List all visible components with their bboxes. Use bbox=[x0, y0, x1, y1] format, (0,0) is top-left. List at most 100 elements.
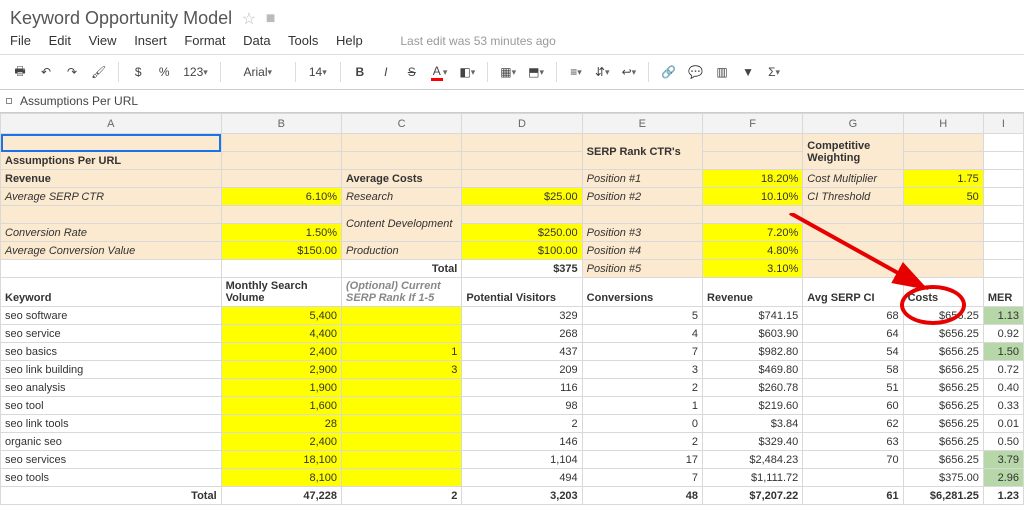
ci-thresh-value[interactable]: 50 bbox=[903, 188, 983, 206]
menu-data[interactable]: Data bbox=[243, 33, 270, 48]
cell[interactable] bbox=[983, 188, 1023, 206]
cell[interactable] bbox=[341, 469, 461, 487]
cell[interactable]: 1 bbox=[341, 343, 461, 361]
percent-button[interactable]: % bbox=[152, 60, 176, 84]
cell[interactable]: 2 bbox=[462, 415, 582, 433]
number-format-button[interactable]: 123 bbox=[178, 60, 213, 84]
research-value[interactable]: $25.00 bbox=[462, 188, 582, 206]
table-row[interactable]: seo services18,1001,10417$2,484.2370$656… bbox=[1, 451, 1024, 469]
table-row[interactable]: seo tools8,1004947$1,111.72$375.002.96 bbox=[1, 469, 1024, 487]
pos5-label[interactable]: Position #5 bbox=[582, 260, 702, 278]
cell[interactable]: 5,400 bbox=[221, 307, 341, 325]
cell[interactable]: 28 bbox=[221, 415, 341, 433]
cell[interactable]: $656.25 bbox=[903, 397, 983, 415]
italic-button[interactable]: I bbox=[374, 60, 398, 84]
avg-costs-label[interactable]: Average Costs bbox=[341, 170, 461, 188]
cell[interactable]: 98 bbox=[462, 397, 582, 415]
cell[interactable]: seo software bbox=[1, 307, 222, 325]
cell[interactable]: 70 bbox=[803, 451, 903, 469]
cell[interactable]: 116 bbox=[462, 379, 582, 397]
cell[interactable] bbox=[803, 260, 903, 278]
cell[interactable] bbox=[983, 170, 1023, 188]
table-row[interactable]: seo basics2,40014377$982.8054$656.251.50 bbox=[1, 343, 1024, 361]
cell[interactable]: 2,900 bbox=[221, 361, 341, 379]
cell[interactable]: $260.78 bbox=[703, 379, 803, 397]
print-icon[interactable]: 🖶 bbox=[8, 60, 32, 84]
cell[interactable] bbox=[803, 469, 903, 487]
document-title[interactable]: Keyword Opportunity Model bbox=[10, 8, 232, 29]
cell[interactable] bbox=[341, 152, 461, 170]
production-label[interactable]: Production bbox=[341, 242, 461, 260]
cell[interactable]: $741.15 bbox=[703, 307, 803, 325]
filter-icon[interactable]: ▼ bbox=[736, 60, 760, 84]
cell[interactable]: $656.25 bbox=[903, 451, 983, 469]
pos3-label[interactable]: Position #3 bbox=[582, 224, 702, 242]
table-row[interactable]: seo service4,4002684$603.9064$656.250.92 bbox=[1, 325, 1024, 343]
totals-label[interactable]: Total bbox=[1, 487, 222, 505]
cell[interactable] bbox=[221, 134, 341, 152]
cell[interactable]: 58 bbox=[803, 361, 903, 379]
table-row[interactable]: seo software5,4003295$741.1568$656.251.1… bbox=[1, 307, 1024, 325]
cell[interactable]: $219.60 bbox=[703, 397, 803, 415]
menu-view[interactable]: View bbox=[89, 33, 117, 48]
total-value[interactable]: $375 bbox=[462, 260, 582, 278]
cell[interactable]: seo services bbox=[1, 451, 222, 469]
cell[interactable]: 0 bbox=[582, 415, 702, 433]
totals-msv[interactable]: 47,228 bbox=[221, 487, 341, 505]
cell[interactable]: 7 bbox=[582, 469, 702, 487]
hdr-avg-ci[interactable]: Avg SERP CI bbox=[803, 278, 903, 307]
hdr-mer[interactable]: MER bbox=[983, 278, 1023, 307]
hdr-visitors[interactable]: Potential Visitors bbox=[462, 278, 582, 307]
avg-conv-val-label[interactable]: Average Conversion Value bbox=[1, 242, 222, 260]
pos4-value[interactable]: 4.80% bbox=[703, 242, 803, 260]
redo-icon[interactable]: ↷ bbox=[60, 60, 84, 84]
cell[interactable]: $375.00 bbox=[903, 469, 983, 487]
cell[interactable]: organic seo bbox=[1, 433, 222, 451]
totals-cost[interactable]: $6,281.25 bbox=[903, 487, 983, 505]
cell[interactable]: $3.84 bbox=[703, 415, 803, 433]
research-label[interactable]: Research bbox=[341, 188, 461, 206]
cell[interactable] bbox=[462, 152, 582, 170]
totals-rank[interactable]: 2 bbox=[341, 487, 461, 505]
cell[interactable] bbox=[903, 134, 983, 152]
cell[interactable]: 0.33 bbox=[983, 397, 1023, 415]
text-color-button[interactable]: A bbox=[426, 60, 453, 84]
cell[interactable] bbox=[903, 242, 983, 260]
menu-insert[interactable]: Insert bbox=[134, 33, 167, 48]
cell[interactable] bbox=[221, 170, 341, 188]
col-header[interactable]: F bbox=[703, 114, 803, 134]
pos2-label[interactable]: Position #2 bbox=[582, 188, 702, 206]
cost-mult-value[interactable]: 1.75 bbox=[903, 170, 983, 188]
cell[interactable]: 2.96 bbox=[983, 469, 1023, 487]
cell[interactable]: 7 bbox=[582, 343, 702, 361]
cell[interactable]: $656.25 bbox=[903, 307, 983, 325]
cell[interactable]: $1,111.72 bbox=[703, 469, 803, 487]
cell[interactable]: 8,100 bbox=[221, 469, 341, 487]
cell[interactable]: 63 bbox=[803, 433, 903, 451]
conv-rate-label[interactable]: Conversion Rate bbox=[1, 224, 222, 242]
cell[interactable]: 64 bbox=[803, 325, 903, 343]
cell[interactable] bbox=[983, 152, 1023, 170]
cell[interactable]: 0.92 bbox=[983, 325, 1023, 343]
cell[interactable] bbox=[462, 134, 582, 152]
cell[interactable] bbox=[983, 134, 1023, 152]
cell[interactable] bbox=[983, 242, 1023, 260]
serp-rank-ctrs-header[interactable]: SERP Rank CTR's bbox=[582, 134, 702, 170]
cell[interactable]: 329 bbox=[462, 307, 582, 325]
cell[interactable]: seo link tools bbox=[1, 415, 222, 433]
functions-button[interactable]: Σ bbox=[762, 60, 786, 84]
cell[interactable]: 1,600 bbox=[221, 397, 341, 415]
cell[interactable] bbox=[703, 152, 803, 170]
cell[interactable]: $329.40 bbox=[703, 433, 803, 451]
conv-rate-value[interactable]: 1.50% bbox=[221, 224, 341, 242]
column-header-row[interactable]: A B C D E F G H I bbox=[1, 114, 1024, 134]
bold-button[interactable]: B bbox=[348, 60, 372, 84]
merge-button[interactable]: ⬒ bbox=[523, 60, 549, 84]
cell[interactable]: $603.90 bbox=[703, 325, 803, 343]
cell[interactable] bbox=[462, 206, 582, 224]
sheet-area[interactable]: A B C D E F G H I SERP Rank CTR's Compet… bbox=[0, 113, 1024, 505]
total-label[interactable]: Total bbox=[341, 260, 461, 278]
totals-ci[interactable]: 61 bbox=[803, 487, 903, 505]
col-header[interactable]: I bbox=[983, 114, 1023, 134]
cell[interactable]: 1,104 bbox=[462, 451, 582, 469]
